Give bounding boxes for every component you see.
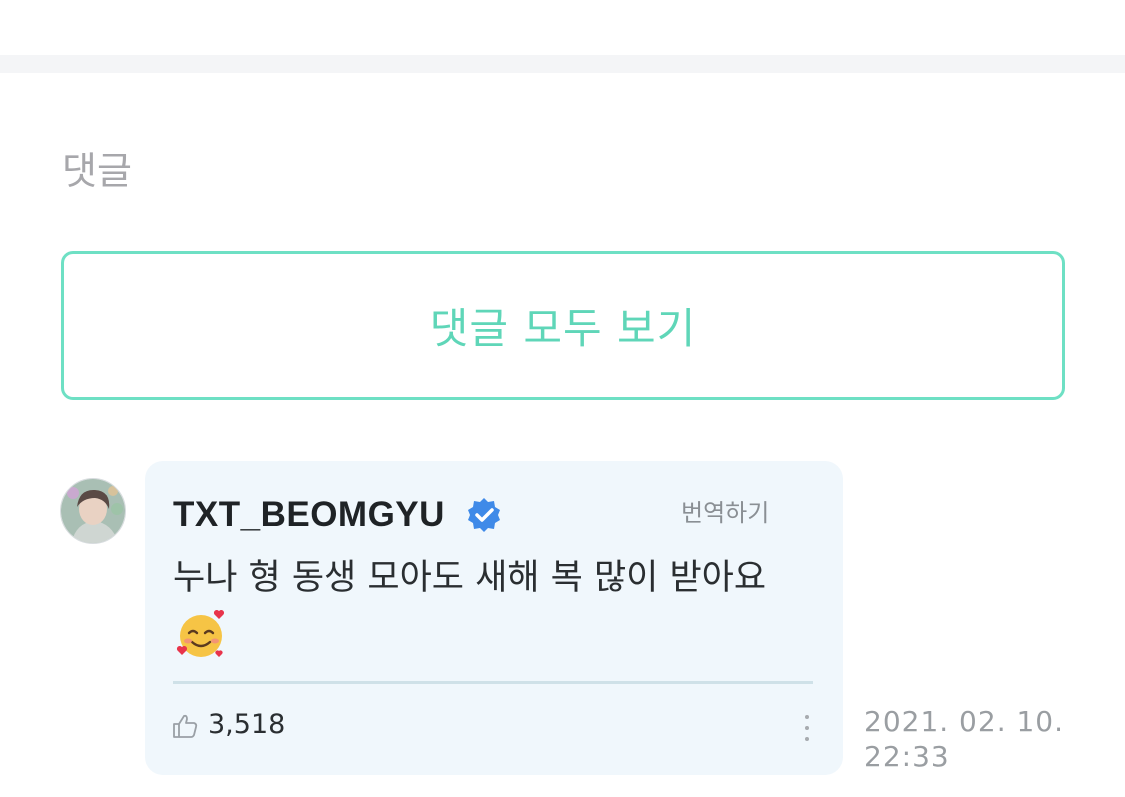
comment-card: TXT_BEOMGYU 번역하기 누나 형 동생 모아도 새해 복 많이 받아요…: [145, 461, 843, 775]
avatar[interactable]: [60, 478, 126, 544]
comments-section-title: 댓글: [62, 149, 132, 193]
comment-divider: [173, 681, 813, 684]
comment-time: 22:33: [864, 740, 950, 773]
comment-text: 누나 형 동생 모아도 새해 복 많이 받아요: [173, 558, 767, 598]
translate-button[interactable]: 번역하기: [681, 493, 769, 528]
smiling-face-with-hearts-icon: [176, 609, 225, 657]
more-options-icon[interactable]: [801, 715, 813, 745]
section-divider: [0, 55, 1125, 73]
comment-timestamp: 2021. 02. 10. 22:33: [864, 704, 1104, 774]
comment-author[interactable]: TXT_BEOMGYU: [173, 495, 445, 535]
verified-badge-icon: [468, 498, 500, 532]
thumbs-up-icon[interactable]: [171, 712, 199, 740]
like-count: 3,518: [208, 709, 286, 740]
avatar-image: [61, 479, 125, 543]
view-all-comments-button[interactable]: 댓글 모두 보기: [61, 251, 1065, 400]
view-all-comments-label: 댓글 모두 보기: [429, 304, 697, 353]
comment-date: 2021. 02. 10.: [864, 705, 1065, 738]
